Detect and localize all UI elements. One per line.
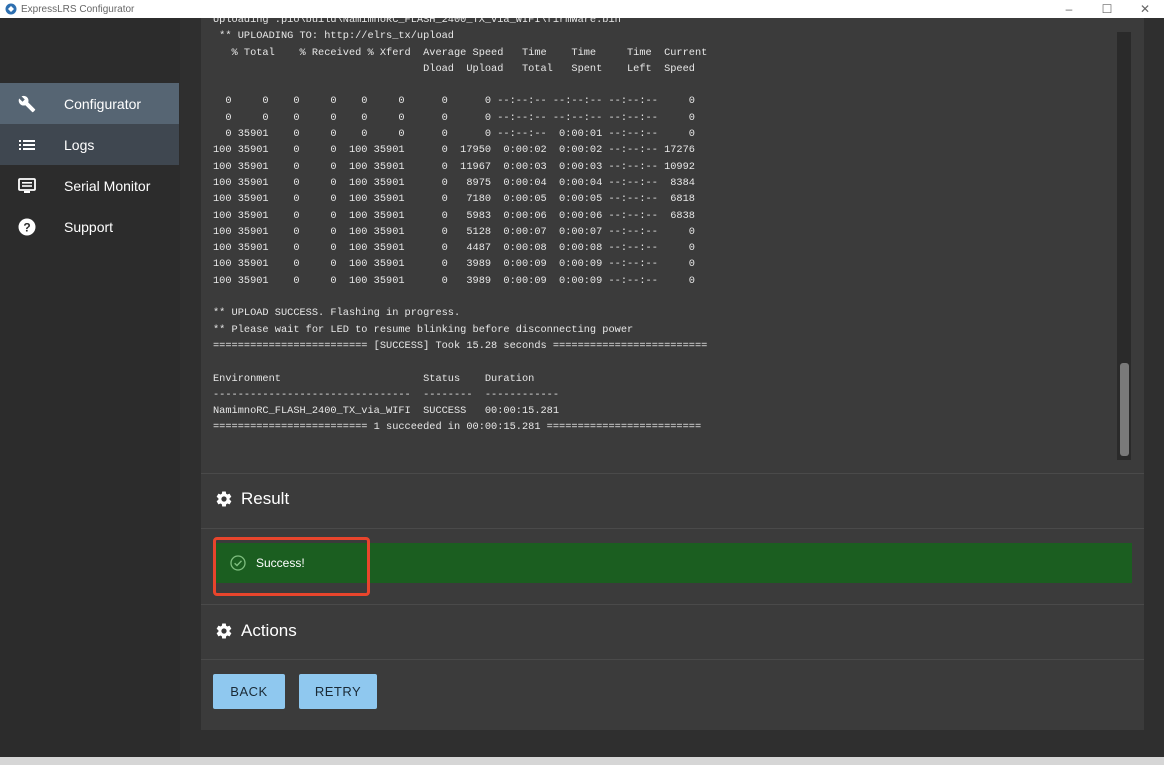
actions-title: Actions bbox=[241, 621, 297, 640]
console-line: Environment Status Duration bbox=[213, 372, 535, 385]
window-title: ExpressLRS Configurator bbox=[21, 3, 135, 15]
console-line: ** UPLOADING TO: http://elrs_tx/upload bbox=[213, 30, 454, 43]
console-line: 100 35901 0 0 100 35901 0 4487 0:00:08 0… bbox=[213, 242, 695, 255]
result-section-header: Result bbox=[215, 489, 289, 509]
divider bbox=[201, 604, 1144, 605]
sidebar-item-serial-monitor[interactable]: Serial Monitor bbox=[0, 165, 179, 206]
svg-text:?: ? bbox=[23, 220, 30, 234]
sidebar-item-label: Configurator bbox=[64, 95, 142, 112]
sidebar-item-label: Support bbox=[64, 218, 114, 235]
result-title: Result bbox=[241, 489, 290, 508]
console-output: Uploading .pio\build\NamimnoRC_FLASH_240… bbox=[213, 18, 707, 436]
app-logo-icon bbox=[5, 3, 17, 15]
console-line: 100 35901 0 0 100 35901 0 5128 0:00:07 0… bbox=[213, 225, 695, 238]
console-line: 100 35901 0 0 100 35901 0 17950 0:00:02 … bbox=[213, 144, 695, 157]
console-line: 100 35901 0 0 100 35901 0 3989 0:00:09 0… bbox=[213, 274, 695, 287]
gear-icon bbox=[216, 491, 232, 507]
console-line: ========================= [SUCCESS] Took… bbox=[213, 339, 708, 352]
status-strip bbox=[0, 757, 1164, 765]
build-log-console: Uploading .pio\build\NamimnoRC_FLASH_240… bbox=[201, 18, 1131, 473]
sidebar-item-support[interactable]: ? Support bbox=[0, 206, 179, 247]
divider bbox=[201, 473, 1144, 474]
divider bbox=[201, 659, 1144, 660]
list-icon bbox=[18, 136, 36, 154]
title-bar: ExpressLRS Configurator – ☐ ✕ bbox=[0, 0, 1164, 18]
console-line: Uploading .pio\build\NamimnoRC_FLASH_240… bbox=[213, 18, 621, 26]
console-line: ** Please wait for LED to resume blinkin… bbox=[213, 323, 634, 336]
console-line: 100 35901 0 0 100 35901 0 11967 0:00:03 … bbox=[213, 160, 695, 173]
console-line: 100 35901 0 0 100 35901 0 3989 0:00:09 0… bbox=[213, 258, 695, 271]
sidebar-item-configurator[interactable]: Configurator bbox=[0, 83, 179, 124]
console-line: 0 35901 0 0 0 0 0 0 --:--:-- 0:00:01 --:… bbox=[213, 128, 695, 141]
console-line: NamimnoRC_FLASH_2400_TX_via_WIFI SUCCESS… bbox=[213, 405, 560, 418]
main-panel: Uploading .pio\build\NamimnoRC_FLASH_240… bbox=[201, 18, 1144, 730]
console-line: 0 0 0 0 0 0 0 0 --:--:-- --:--:-- --:--:… bbox=[213, 111, 695, 124]
monitor-icon bbox=[18, 177, 36, 195]
actions-section-header: Actions bbox=[215, 621, 297, 641]
maximize-button[interactable]: ☐ bbox=[1088, 0, 1126, 18]
console-line: -------------------------------- -------… bbox=[213, 388, 560, 401]
console-line: 100 35901 0 0 100 35901 0 7180 0:00:05 0… bbox=[213, 193, 695, 206]
retry-button[interactable]: RETRY bbox=[299, 674, 377, 709]
sidebar-item-logs[interactable]: Logs bbox=[0, 124, 179, 165]
console-line: ** UPLOAD SUCCESS. Flashing in progress. bbox=[213, 307, 461, 320]
console-line: Dload Upload Total Spent Left Speed bbox=[213, 62, 695, 75]
minimize-button[interactable]: – bbox=[1050, 0, 1088, 18]
console-scrollbar-thumb[interactable] bbox=[1120, 363, 1129, 456]
console-line: 100 35901 0 0 100 35901 0 8975 0:00:04 0… bbox=[213, 176, 695, 189]
console-line: ========================= 1 succeeded in… bbox=[213, 421, 702, 434]
divider bbox=[201, 528, 1144, 529]
console-line: 100 35901 0 0 100 35901 0 5983 0:00:06 0… bbox=[213, 209, 695, 222]
sidebar: Configurator Logs Serial Monitor ? Suppo… bbox=[0, 18, 180, 765]
wrench-icon bbox=[18, 95, 36, 113]
sidebar-item-label: Serial Monitor bbox=[64, 177, 151, 194]
console-line: % Total % Received % Xferd Average Speed… bbox=[213, 46, 708, 59]
console-line: 0 0 0 0 0 0 0 0 --:--:-- --:--:-- --:--:… bbox=[213, 95, 695, 108]
success-highlight-box bbox=[213, 537, 370, 596]
back-button[interactable]: BACK bbox=[213, 674, 285, 709]
gear-icon bbox=[216, 623, 232, 639]
close-button[interactable]: ✕ bbox=[1126, 0, 1164, 18]
sidebar-item-label: Logs bbox=[64, 136, 95, 153]
help-icon: ? bbox=[18, 218, 36, 236]
